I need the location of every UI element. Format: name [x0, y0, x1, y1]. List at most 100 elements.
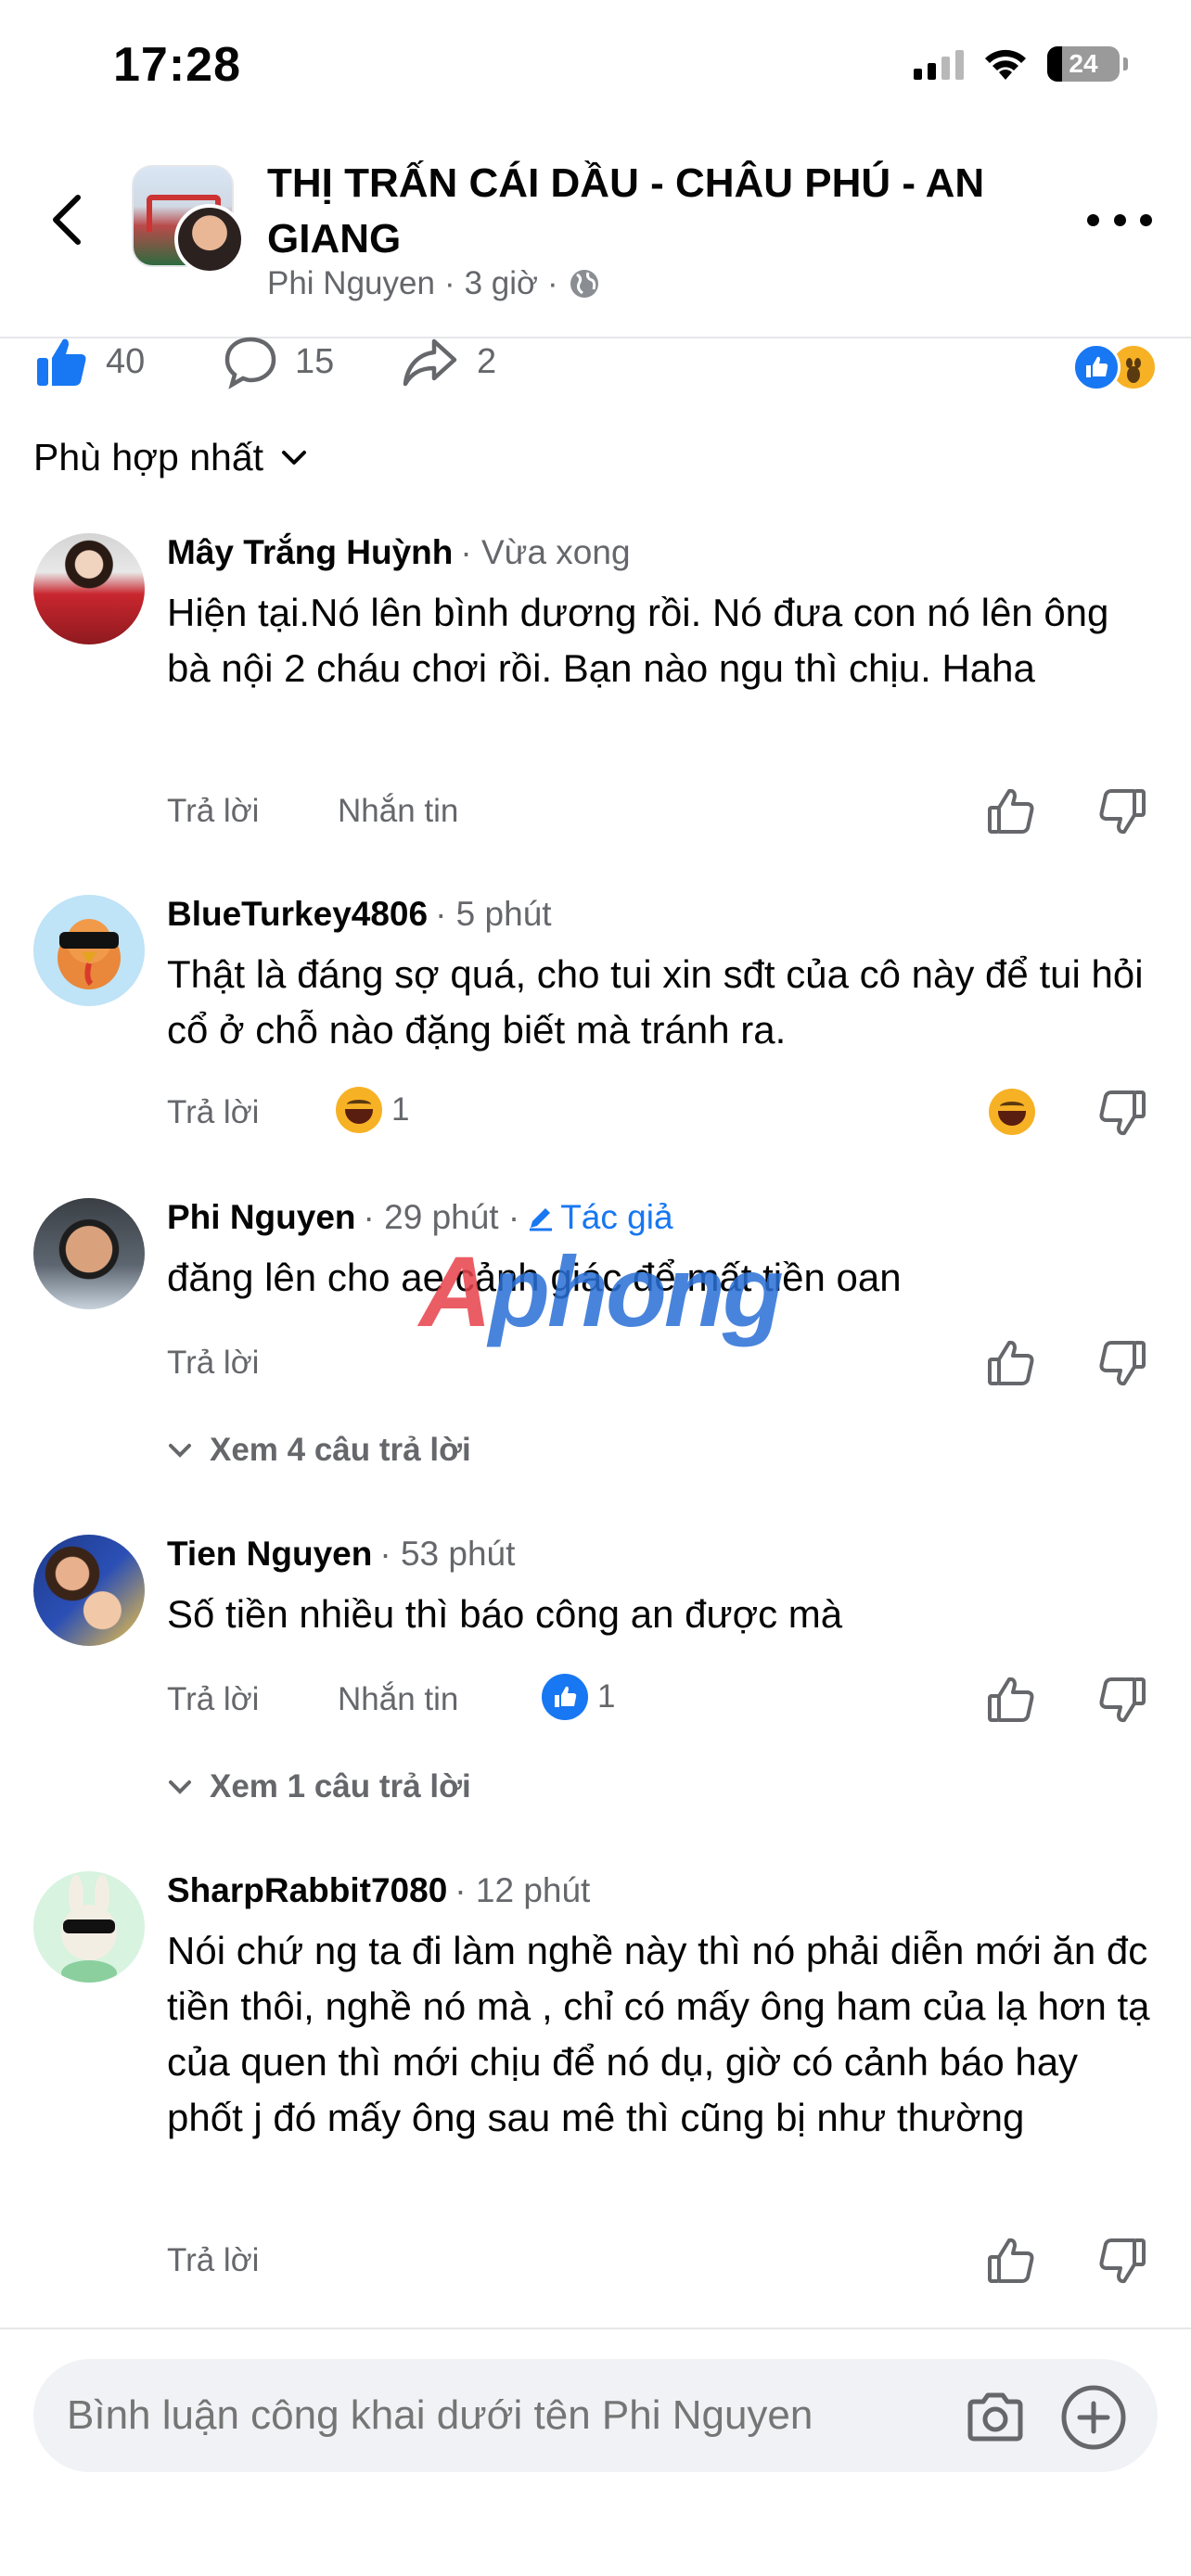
group-title[interactable]: THỊ TRẤN CÁI DẦU - CHÂU PHÚ - AN GIANG [267, 156, 1065, 267]
cellular-signal-icon [914, 48, 964, 80]
reaction-count: 1 [391, 1091, 410, 1128]
reply-button[interactable]: Trả lời [167, 1681, 259, 1718]
back-button[interactable] [41, 187, 93, 252]
share-stat[interactable]: 2 [401, 334, 496, 389]
battery-tip [1123, 57, 1128, 70]
reactions-summary[interactable] [1072, 343, 1158, 391]
commenter-name[interactable]: BlueTurkey4806 [167, 895, 428, 934]
chevron-down-icon [169, 1444, 191, 1458]
comment-time: · 12 phút [455, 1871, 591, 1909]
message-button[interactable]: Nhắn tin [338, 1681, 458, 1718]
reply-button[interactable]: Trả lời [167, 793, 259, 830]
share-icon [403, 338, 457, 387]
comment-header: Tien Nguyen · 53 phút [167, 1535, 515, 1574]
share-count: 2 [477, 341, 497, 381]
thumbs-up-icon[interactable] [985, 2235, 1037, 2287]
thumbs-down-icon[interactable] [1096, 1337, 1148, 1389]
like-stat[interactable]: 40 [33, 334, 145, 389]
comment-count: 15 [295, 341, 335, 381]
comment-header: SharpRabbit7080 · 12 phút [167, 1871, 590, 1910]
view-replies-label: Xem 1 câu trả lời [210, 1768, 471, 1804]
chevron-down-icon [169, 1780, 191, 1794]
comment-input[interactable] [67, 2392, 957, 2439]
comment-time: · Vừa xong [460, 533, 631, 571]
author-badge: Tác giả [527, 1198, 673, 1237]
thumbs-up-icon[interactable] [985, 1337, 1037, 1389]
post-meta: Phi Nguyen · 3 giờ · [267, 265, 601, 302]
commenter-avatar[interactable] [33, 533, 145, 644]
comment-actions: Trả lời Nhắn tin [167, 785, 1159, 841]
meta-separator: · [443, 265, 455, 301]
camera-icon[interactable] [963, 2385, 1028, 2450]
battery-level: 24 [1069, 49, 1098, 78]
comment-text: Thật là đáng sợ quá, cho tui xin sđt của… [167, 952, 1144, 1052]
comment-time: · 29 phút · [363, 1198, 520, 1236]
wifi-icon [985, 49, 1026, 80]
thumbs-up-icon[interactable] [985, 1674, 1037, 1726]
more-options-button[interactable] [1087, 206, 1152, 234]
plus-circle-icon[interactable] [1059, 2383, 1128, 2452]
sort-dropdown[interactable]: Phù hợp nhất [33, 436, 308, 479]
commenter-name[interactable]: Mây Trắng Huỳnh [167, 533, 453, 572]
author-badge-label: Tác giả [560, 1198, 673, 1236]
chevron-left-icon [53, 195, 81, 245]
like-filled-icon [37, 338, 86, 386]
comment-time: · 53 phút [379, 1535, 516, 1573]
like-reaction-icon [1072, 343, 1121, 391]
pencil-icon [530, 1208, 553, 1231]
status-bar: 17:28 24 [0, 0, 1191, 130]
comment-text: Hiện tại.Nó lên bình dương rồi. Nó đưa c… [167, 591, 1109, 690]
comment-reaction-summary[interactable]: 1 [542, 1674, 615, 1720]
sort-label: Phù hợp nhất [33, 436, 264, 478]
comment-reaction-summary[interactable]: 1 [336, 1087, 409, 1133]
thumbs-down-icon[interactable] [1096, 1674, 1148, 1726]
comment-actions: Trả lời 1 [167, 1087, 1159, 1142]
reply-button[interactable]: Trả lời [167, 1345, 259, 1382]
comment-icon [224, 337, 276, 389]
comment-header: BlueTurkey4806 · 5 phút [167, 895, 552, 934]
chevron-down-icon [282, 450, 307, 465]
thumbs-down-icon[interactable] [1096, 785, 1148, 837]
post-header: THỊ TRẤN CÁI DẦU - CHÂU PHÚ - AN GIANG P… [0, 139, 1191, 338]
view-replies-button[interactable]: Xem 1 câu trả lời [167, 1768, 471, 1805]
status-time: 17:28 [113, 38, 241, 92]
commenter-name[interactable]: SharpRabbit7080 [167, 1871, 447, 1910]
view-replies-button[interactable]: Xem 4 câu trả lời [167, 1432, 471, 1469]
thumbs-down-icon[interactable] [1096, 2235, 1148, 2287]
comment-stat[interactable]: 15 [223, 334, 334, 389]
commenter-name[interactable]: Tien Nguyen [167, 1535, 372, 1574]
reaction-count: 1 [597, 1678, 616, 1715]
thumbs-up-icon[interactable] [985, 785, 1037, 837]
reply-button[interactable]: Trả lời [167, 2242, 259, 2279]
author-avatar[interactable] [174, 204, 245, 274]
haha-reaction-selected-icon[interactable] [989, 1089, 1035, 1135]
post-time: 3 giờ [464, 265, 538, 301]
comment-actions: Trả lời [167, 2235, 1159, 2290]
comment-header: Mây Trắng Huỳnh · Vừa xong [167, 533, 631, 572]
battery-icon: 24 [1047, 46, 1120, 82]
globe-icon [570, 270, 598, 298]
like-reaction-icon [542, 1674, 588, 1720]
like-count: 40 [106, 341, 146, 381]
status-icons: 24 [914, 46, 1128, 82]
watermark-logo: Aphong [419, 1235, 784, 1347]
commenter-avatar[interactable] [33, 1198, 145, 1309]
meta-separator: · [547, 265, 558, 301]
comment-actions: Trả lời Nhắn tin 1 [167, 1674, 1159, 1729]
rabbit-avatar-icon [61, 1875, 117, 1983]
thumbs-down-icon[interactable] [1096, 1087, 1148, 1139]
message-button[interactable]: Nhắn tin [338, 793, 458, 830]
view-replies-label: Xem 4 câu trả lời [210, 1432, 471, 1468]
commenter-avatar[interactable] [33, 895, 145, 1006]
commenter-name[interactable]: Phi Nguyen [167, 1198, 356, 1237]
comment-composer [0, 2327, 1191, 2576]
comment-header: Phi Nguyen · 29 phút · Tác giả [167, 1198, 673, 1237]
comment-input-container[interactable] [33, 2359, 1158, 2472]
commenter-avatar[interactable] [33, 1871, 145, 1983]
post-stats: 40 15 2 [0, 334, 1191, 404]
comment-time: · 5 phút [435, 895, 552, 933]
post-author[interactable]: Phi Nguyen [267, 265, 435, 302]
reply-button[interactable]: Trả lời [167, 1094, 259, 1131]
commenter-avatar[interactable] [33, 1535, 145, 1646]
comment-text: Nói chứ ng ta đi làm nghề này thì nó phả… [167, 1929, 1150, 2139]
